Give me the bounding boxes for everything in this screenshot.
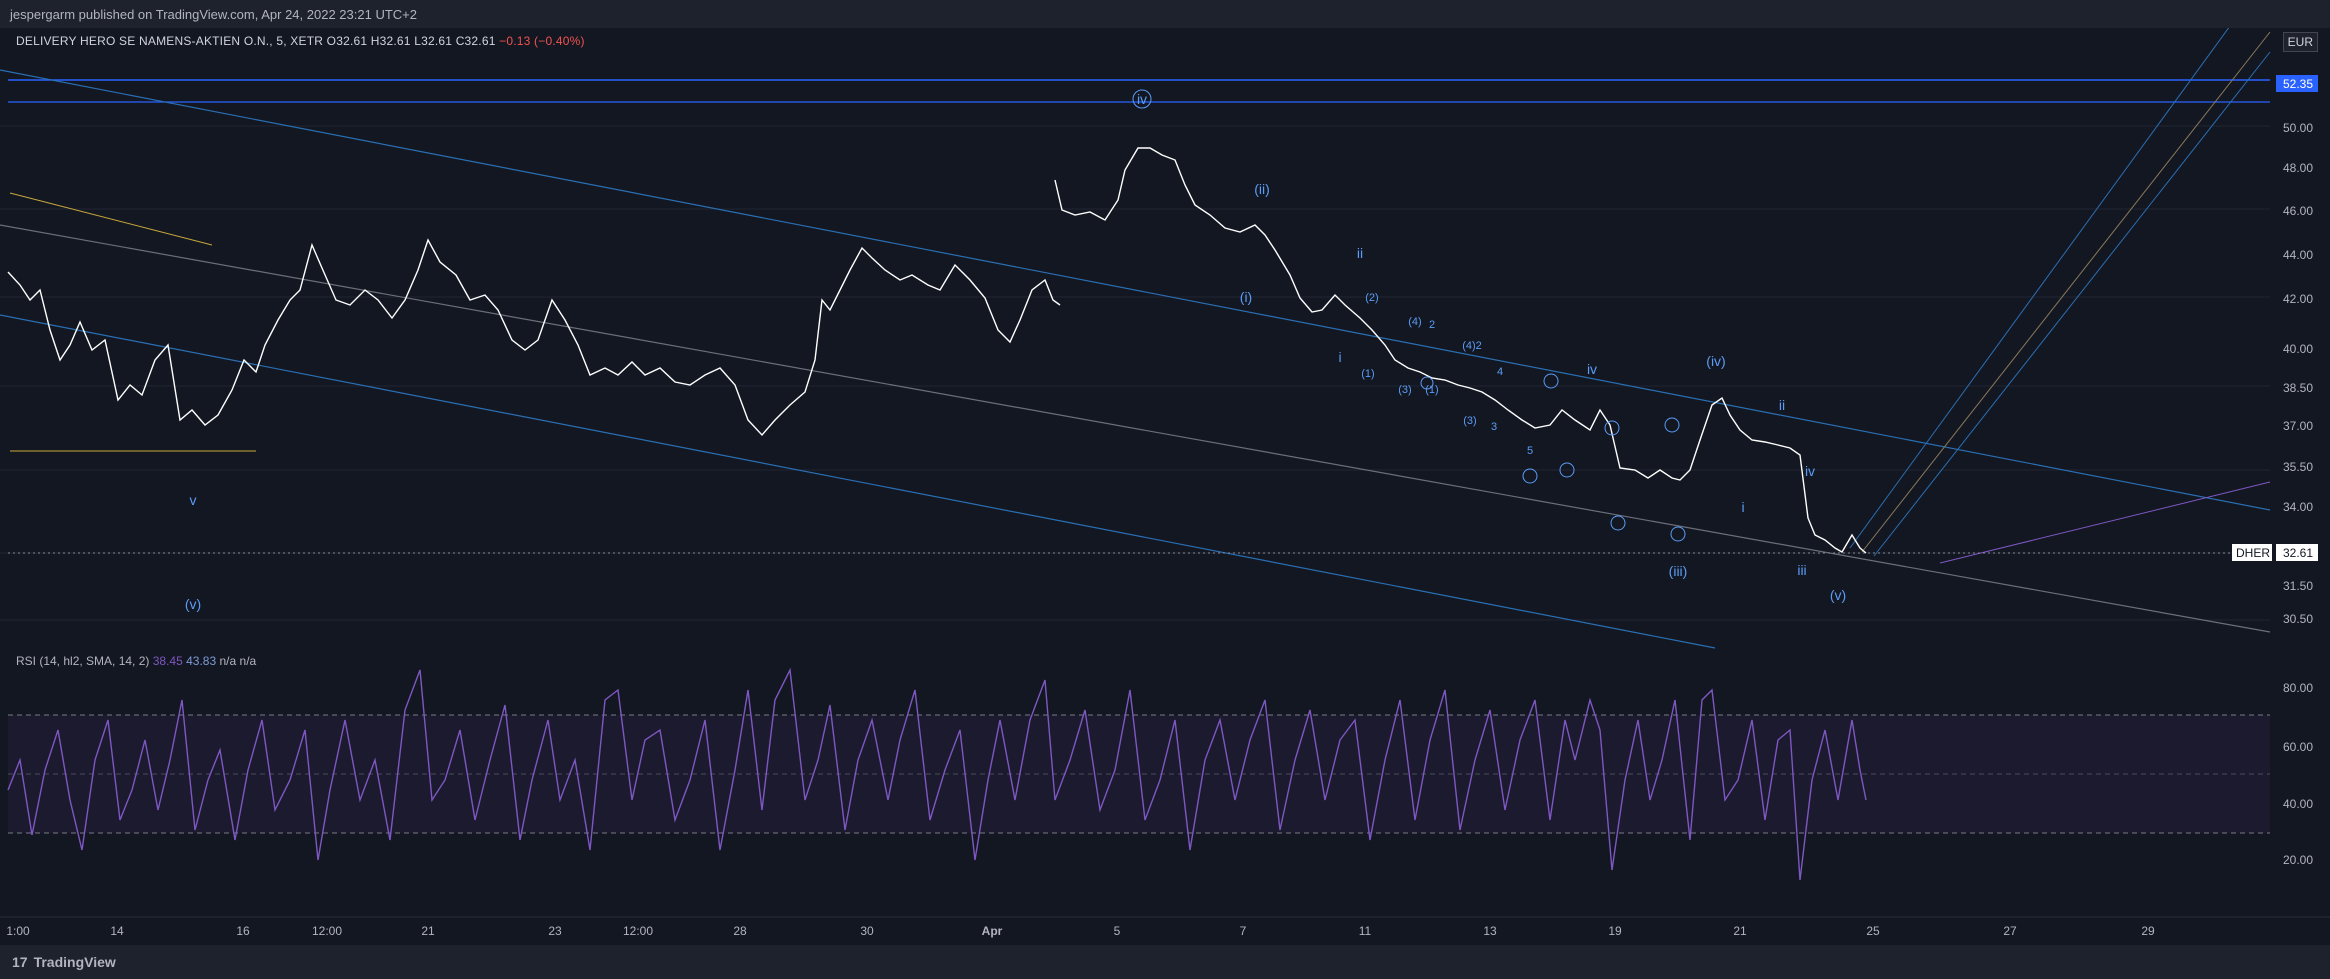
rsi-na-1: n/a [219,654,237,668]
price-change: −0.13 (−0.40%) [499,34,585,48]
price-tick: 46.00 [2283,204,2313,218]
wave-label: (4) [1408,316,1421,328]
price-tick: 42.00 [2283,292,2313,306]
symbol-tag-label: DHER [2236,546,2270,560]
time-tick: 7 [1240,924,1247,938]
time-tick: 27 [2003,924,2017,938]
time-tick: 21 [421,924,435,938]
wave-label: iv [1805,463,1815,479]
ohlc-low: L32.61 [414,34,453,48]
time-tick: 12:00 [623,924,653,938]
publish-info-bar: jespergarm published on TradingView.com,… [0,0,2330,28]
wave-label: ii [1779,397,1785,413]
wave-label: iii [1797,562,1806,578]
rsi-legend[interactable]: RSI (14, hl2, SMA, 14, 2) 38.45 43.83 n/… [16,654,256,668]
rsi-tick: 60.00 [2283,740,2313,754]
price-tick: 35.50 [2283,460,2313,474]
wave-label: (2) [1365,292,1378,304]
time-tick: 5 [1114,924,1121,938]
wave-label: (iii) [1669,563,1688,579]
rsi-ma-value: 43.83 [186,654,217,668]
last-price-label: 32.61 [2283,546,2313,560]
price-tick: 48.00 [2283,161,2313,175]
price-tick: 50.00 [2283,121,2313,135]
time-tick: 16 [236,924,250,938]
wave-label: (v) [185,596,201,612]
time-tick: 14 [110,924,124,938]
wave-label: (i) [1240,289,1252,305]
symbol-name: DELIVERY HERO SE NAMENS-AKTIEN O.N., 5, … [16,34,324,48]
footer-bar: 17 TradingView [0,945,2330,979]
chart-svg[interactable]: iv (ii) ii (i) i (2) (4) 2 (4)2 (1) (3) … [0,25,2330,945]
price-series [7,238,1061,437]
time-tick: 21 [1733,924,1747,938]
chart-area[interactable]: iv (ii) ii (i) i (2) (4) 2 (4)2 (1) (3) … [0,25,2330,945]
time-tick: 29 [2141,924,2155,938]
publish-info-text: jespergarm published on TradingView.com,… [10,7,417,22]
wave-label: 5 [1527,445,1533,457]
rsi-value: 38.45 [152,654,183,668]
rsi-tick: 20.00 [2283,853,2313,867]
price-tick: 37.00 [2283,419,2313,433]
wave-label: 4 [1497,366,1503,378]
time-tick: 23 [548,924,562,938]
price-tick: 38.50 [2283,381,2313,395]
time-tick: 13 [1483,924,1497,938]
time-tick: 28 [733,924,747,938]
price-tick: 30.50 [2283,612,2313,626]
wave-label: (1) [1361,368,1374,380]
wave-label: ii [1357,245,1363,261]
time-tick: Apr [982,924,1003,938]
time-tick: 19 [1608,924,1622,938]
wave-label: v [190,492,197,508]
price-tick: 34.00 [2283,500,2313,514]
rsi-tick: 40.00 [2283,797,2313,811]
wave-label: (4)2 [1462,340,1482,352]
rsi-na-2: n/a [239,654,257,668]
wave-label: iv [1137,91,1147,107]
time-tick: 1:00 [6,924,30,938]
wave-label: (3) [1398,384,1411,396]
wave-label: 2 [1429,319,1435,331]
time-tick: 12:00 [312,924,342,938]
tradingview-icon: 17 [12,954,28,970]
price-tick: 31.50 [2283,579,2313,593]
time-tick: 30 [860,924,874,938]
tradingview-logo[interactable]: 17 TradingView [12,954,116,970]
ohlc-open: O32.61 [326,34,368,48]
wave-label: (iv) [1706,353,1725,369]
wave-label: (3) [1463,415,1476,427]
wave-label: i [1338,349,1341,365]
price-marker-top-label: 52.35 [2283,77,2313,91]
wave-label: (ii) [1254,181,1270,197]
brand-name: TradingView [33,954,116,970]
ohlc-high: H32.61 [370,34,411,48]
ohlc-close: C32.61 [455,34,496,48]
time-tick: 25 [1866,924,1880,938]
time-tick: 11 [1359,924,1372,938]
rsi-tick: 80.00 [2283,681,2313,695]
symbol-legend[interactable]: DELIVERY HERO SE NAMENS-AKTIEN O.N., 5, … [16,34,585,48]
wave-label: (v) [1830,587,1846,603]
price-tick: 44.00 [2283,248,2313,262]
price-tick: 40.00 [2283,342,2313,356]
rsi-label: RSI (14, hl2, SMA, 14, 2) [16,654,150,668]
wave-label: i [1741,499,1744,515]
currency-label[interactable]: EUR [2282,32,2318,52]
wave-label: 3 [1491,421,1497,433]
wave-label: iv [1587,361,1597,377]
